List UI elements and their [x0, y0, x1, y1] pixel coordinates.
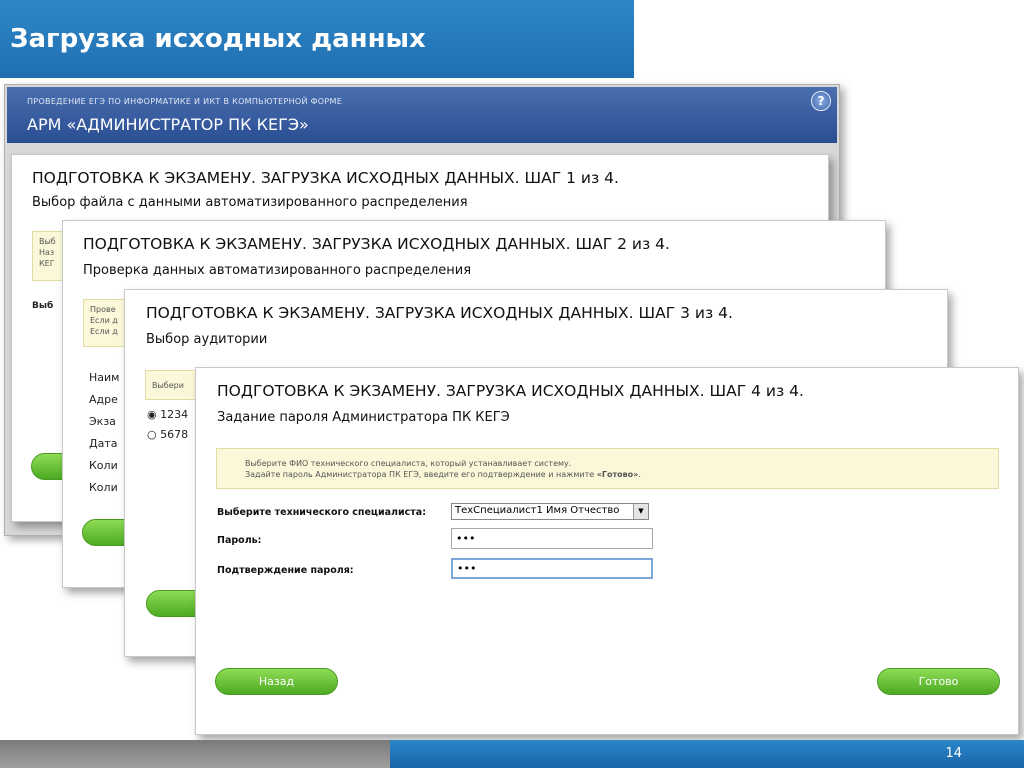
step-4-info-done-word: «Готово» [596, 470, 639, 479]
footer-bar-right: 14 [390, 740, 1024, 768]
app-title: АРМ «АДМИНИСТРАТОР ПК КЕГЭ» [27, 115, 309, 134]
password-field[interactable] [451, 528, 653, 549]
dropdown-arrow-icon[interactable]: ▼ [633, 504, 648, 519]
step-2-subtitle: Проверка данных автоматизированного расп… [83, 263, 472, 278]
step-2-title: ПОДГОТОВКА К ЭКЗАМЕНУ. ЗАГРУЗКА ИСХОДНЫХ… [83, 235, 670, 253]
app-header: ПРОВЕДЕНИЕ ЕГЭ ПО ИНФОРМАТИКЕ И ИКТ В КО… [7, 87, 837, 143]
confirm-password-label: Подтверждение пароля: [217, 565, 354, 576]
slide-title-text: Загрузка исходных данных [10, 24, 426, 54]
step-2-field-label: Коли [89, 481, 118, 494]
step-2-field-label: Коли [89, 459, 118, 472]
done-button[interactable]: Готово [877, 668, 1000, 695]
step-2-field-label: Экза [89, 415, 116, 428]
step-1-field-label: Выб [32, 301, 54, 311]
specialist-select[interactable]: ТехСпециалист1 Имя Отчество ▼ [451, 503, 649, 520]
step-3-radio-option[interactable]: ○ 5678 [147, 428, 188, 441]
step-4-info-line-2: Задайте пароль Администратора ПК ЕГЭ, вв… [245, 469, 998, 480]
step-3-title: ПОДГОТОВКА К ЭКЗАМЕНУ. ЗАГРУЗКА ИСХОДНЫХ… [146, 304, 733, 322]
password-label: Пароль: [217, 535, 262, 546]
step-2-field-label: Адре [89, 393, 118, 406]
help-icon[interactable]: ? [811, 91, 831, 111]
radio-empty-icon: ○ [147, 428, 157, 441]
step-4-title: ПОДГОТОВКА К ЭКЗАМЕНУ. ЗАГРУЗКА ИСХОДНЫХ… [217, 382, 804, 400]
step-1-title: ПОДГОТОВКА К ЭКЗАМЕНУ. ЗАГРУЗКА ИСХОДНЫХ… [32, 169, 619, 187]
step-4-panel: ПОДГОТОВКА К ЭКЗАМЕНУ. ЗАГРУЗКА ИСХОДНЫХ… [195, 367, 1019, 735]
step-3-radio-label: 5678 [160, 428, 189, 441]
footer-bar-left [0, 740, 400, 768]
slide-title: Загрузка исходных данных [0, 0, 634, 78]
step-3-radio-label: 1234 [160, 408, 189, 421]
page-number: 14 [945, 746, 962, 761]
confirm-password-field[interactable] [451, 558, 653, 579]
step-2-field-label: Дата [89, 437, 118, 450]
specialist-label: Выберите технического специалиста: [217, 507, 426, 518]
back-button[interactable]: Назад [215, 668, 338, 695]
specialist-select-value: ТехСпециалист1 Имя Отчество [455, 505, 620, 516]
radio-selected-icon: ◉ [147, 408, 157, 421]
step-3-info-line: Выбери [152, 381, 184, 390]
step-3-radio-option[interactable]: ◉ 1234 [147, 408, 188, 421]
step-2-field-label: Наим [89, 371, 120, 384]
step-4-info-line-2-end: . [638, 470, 641, 479]
step-1-subtitle: Выбор файла с данными автоматизированног… [32, 195, 468, 210]
step-4-info-box: Выберите ФИО технического специалиста, к… [216, 448, 999, 489]
step-4-info-line-2-text: Задайте пароль Администратора ПК ЕГЭ, вв… [245, 470, 597, 479]
step-4-subtitle: Задание пароля Администратора ПК КЕГЭ [217, 410, 510, 425]
app-subtitle: ПРОВЕДЕНИЕ ЕГЭ ПО ИНФОРМАТИКЕ И ИКТ В КО… [27, 97, 343, 106]
step-4-info-line-1: Выберите ФИО технического специалиста, к… [245, 459, 572, 468]
step-3-subtitle: Выбор аудитории [146, 332, 268, 347]
